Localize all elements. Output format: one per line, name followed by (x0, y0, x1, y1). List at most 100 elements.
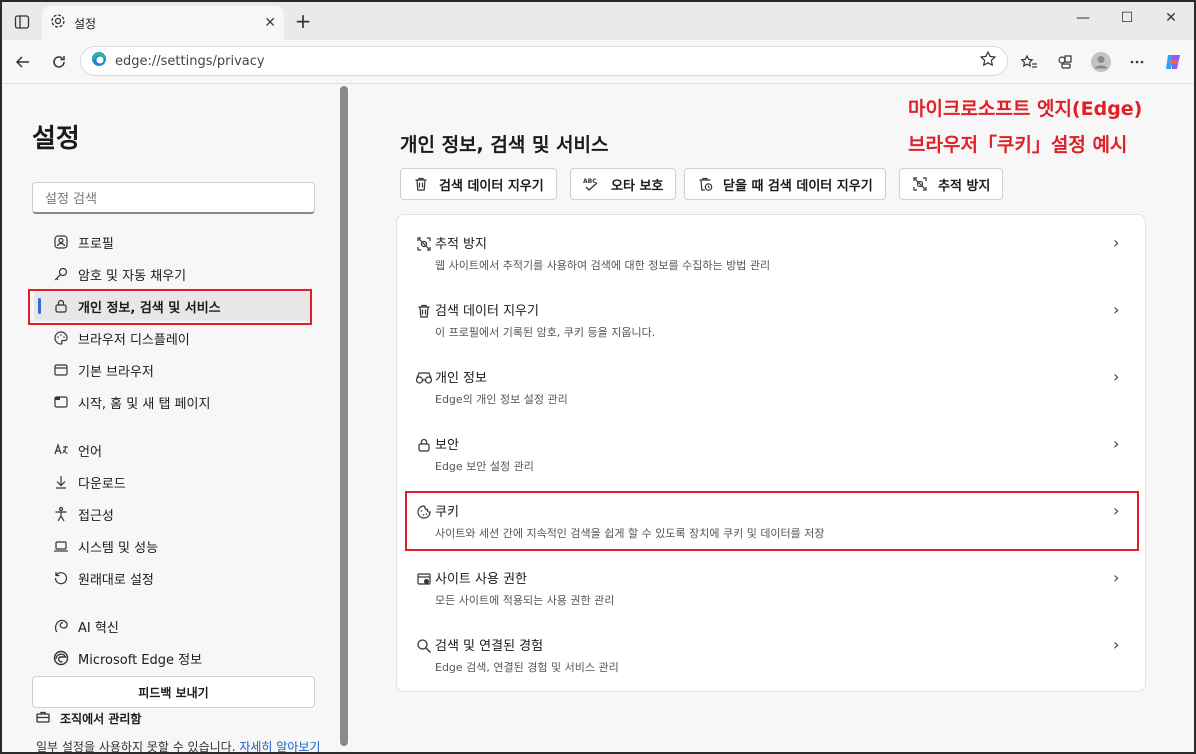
site-permissions-icon (415, 570, 433, 588)
feedback-button[interactable]: 피드백 보내기 (32, 676, 315, 708)
sidebar-item-reset[interactable]: 원래대로 설정 (34, 563, 310, 593)
sidebar-item-appearance[interactable]: 브라우저 디스플레이 (34, 323, 310, 353)
sidebar-scrollbar[interactable] (340, 86, 348, 746)
managed-by-org: 조직에서 관리함 (36, 710, 141, 727)
url-text: edge://settings/privacy (115, 53, 265, 69)
navigation-bar: edge://settings/privacy (2, 40, 1194, 84)
sidebar-item-label: 암호 및 자동 채우기 (78, 268, 187, 284)
sidebar-item-passwords[interactable]: 암호 및 자동 채우기 (34, 259, 310, 289)
tracking-icon (912, 176, 928, 192)
sidebar-item-label: 접근성 (78, 508, 114, 524)
search-icon (415, 637, 433, 655)
settings-row-search-services[interactable]: 검색 및 연결된 경험 Edge 검색, 연결된 경험 및 서비스 관리 › (397, 617, 1145, 681)
annotation-line-1: 마이크로소프트 엣지(Edge) (908, 98, 1143, 120)
more-options-icon[interactable] (1124, 50, 1150, 74)
trash-icon (415, 302, 433, 320)
tab-settings[interactable]: 설정 ✕ (42, 6, 284, 40)
row-description: 모든 사이트에 적용되는 사용 권한 관리 (435, 594, 615, 607)
maximize-button[interactable]: ☐ (1112, 10, 1142, 32)
chevron-right-icon: › (1113, 568, 1120, 587)
spellcheck-icon: ABC (583, 176, 601, 192)
chip-clear-on-close[interactable]: 닫을 때 검색 데이터 지우기 (684, 168, 886, 200)
accessibility-icon (52, 505, 70, 523)
annotation-line-2: 브라우저「쿠키」설정 예시 (908, 134, 1128, 156)
edge-icon (91, 51, 107, 71)
sidebar-item-downloads[interactable]: 다운로드 (34, 467, 310, 497)
sidebar-item-label: 다운로드 (78, 476, 126, 492)
collections-icon[interactable] (1052, 50, 1078, 74)
copilot-icon[interactable] (1160, 50, 1186, 74)
sidebar-item-ai[interactable]: AI 혁신 (34, 611, 310, 641)
row-description: Edge의 개인 정보 설정 관리 (435, 393, 568, 406)
minimize-button[interactable]: — (1068, 10, 1098, 32)
highlight-box-cookies (405, 491, 1139, 551)
laptop-icon (52, 537, 70, 555)
settings-row-site-permissions[interactable]: 사이트 사용 권한 모든 사이트에 적용되는 사용 권한 관리 › (397, 550, 1145, 614)
row-title: 개인 정보 (435, 371, 487, 386)
close-window-button[interactable]: ✕ (1156, 10, 1186, 32)
settings-search-input[interactable]: 설정 검색 (32, 182, 315, 214)
chevron-right-icon: › (1113, 300, 1120, 319)
glasses-icon (415, 369, 433, 387)
row-title: 보안 (435, 438, 459, 453)
sidebar-item-label: Microsoft Edge 정보 (78, 652, 203, 668)
tab-actions-icon[interactable] (10, 10, 34, 34)
download-icon (52, 473, 70, 491)
briefcase-icon (36, 710, 50, 727)
settings-row-privacy[interactable]: 개인 정보 Edge의 개인 정보 설정 관리 › (397, 349, 1145, 413)
avatar[interactable] (1088, 50, 1114, 74)
favorites-icon[interactable] (1016, 50, 1042, 74)
settings-card: 추적 방지 웹 사이트에서 추적기를 사용하여 검색에 대한 정보를 수집하는 … (396, 214, 1146, 692)
settings-row-security[interactable]: 보안 Edge 보안 설정 관리 › (397, 416, 1145, 480)
chip-label: 검색 데이터 지우기 (439, 178, 544, 194)
trash-icon (413, 176, 429, 192)
language-icon (52, 441, 70, 459)
chip-tracking-prevention[interactable]: 추적 방지 (899, 168, 1004, 200)
sidebar-item-accessibility[interactable]: 접근성 (34, 499, 310, 529)
row-title: 추적 방지 (435, 237, 487, 252)
managed-label: 조직에서 관리함 (60, 712, 142, 726)
palette-icon (52, 329, 70, 347)
sidebar-title: 설정 (32, 124, 80, 154)
row-description: Edge 보안 설정 관리 (435, 460, 534, 473)
row-title: 사이트 사용 권한 (435, 572, 527, 587)
chevron-right-icon: › (1113, 233, 1120, 252)
sidebar-item-default-browser[interactable]: 기본 브라우저 (34, 355, 310, 385)
sidebar-item-label: 언어 (78, 444, 102, 460)
key-icon (52, 265, 70, 283)
settings-row-clear-data[interactable]: 검색 데이터 지우기 이 프로필에서 기록된 암호, 쿠키 등을 지웁니다. › (397, 282, 1145, 346)
sidebar-item-system[interactable]: 시스템 및 성능 (34, 531, 310, 561)
profile-icon (52, 233, 70, 251)
tracking-icon (415, 235, 433, 253)
trash-clock-icon (697, 176, 713, 192)
chip-typo-protection[interactable]: ABC 오타 보호 (570, 168, 677, 200)
learn-more-link[interactable]: 자세히 알아보기 (239, 740, 320, 754)
chip-clear-browsing-data[interactable]: 검색 데이터 지우기 (400, 168, 557, 200)
sidebar-item-label: 브라우저 디스플레이 (78, 332, 190, 348)
sidebar-item-languages[interactable]: 언어 (34, 435, 310, 465)
row-description: 웹 사이트에서 추적기를 사용하여 검색에 대한 정보를 수집하는 방법 관리 (435, 259, 771, 272)
row-title: 검색 및 연결된 경험 (435, 639, 544, 654)
sidebar-item-profile[interactable]: 프로필 (34, 227, 310, 257)
sidebar-item-about[interactable]: Microsoft Edge 정보 (34, 643, 310, 673)
sidebar-item-label: 원래대로 설정 (78, 572, 154, 588)
title-bar: 설정 ✕ + — ☐ ✕ (2, 2, 1194, 40)
back-arrow-icon[interactable] (10, 50, 36, 74)
row-title: 검색 데이터 지우기 (435, 304, 539, 319)
star-icon[interactable] (979, 50, 997, 72)
chip-label: 닫을 때 검색 데이터 지우기 (723, 178, 873, 194)
sidebar-item-start-home[interactable]: 시작, 홈 및 새 탭 페이지 (34, 387, 310, 417)
home-tab-icon (52, 393, 70, 411)
sidebar-item-label: 시스템 및 성능 (78, 540, 159, 556)
browser-window: 설정 ✕ + — ☐ ✕ edge://settings/privacy 설정 … (0, 0, 1196, 754)
tab-title: 설정 (74, 16, 97, 31)
reset-icon (52, 569, 70, 587)
chip-label: 오타 보호 (611, 178, 664, 194)
settings-row-tracking[interactable]: 추적 방지 웹 사이트에서 추적기를 사용하여 검색에 대한 정보를 수집하는 … (397, 215, 1145, 279)
new-tab-button[interactable]: + (292, 11, 314, 33)
main-content: 개인 정보, 검색 및 서비스 검색 데이터 지우기 ABC 오타 보호 닫을 … (360, 86, 1194, 752)
browser-icon (52, 361, 70, 379)
refresh-icon[interactable] (46, 50, 72, 74)
close-tab-icon[interactable]: ✕ (264, 15, 276, 31)
address-bar[interactable]: edge://settings/privacy (80, 46, 1008, 76)
